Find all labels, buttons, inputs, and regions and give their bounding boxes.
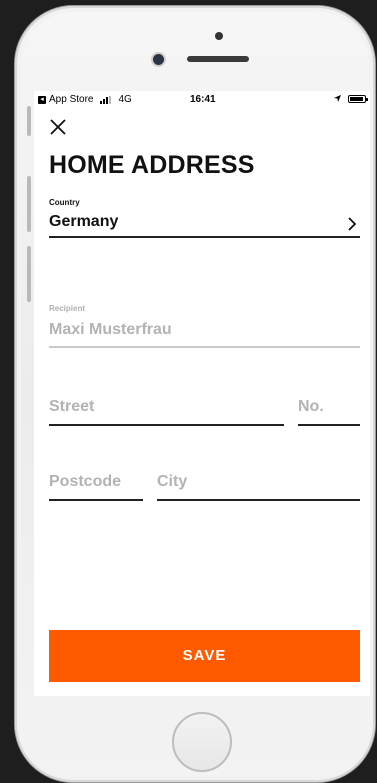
house-number-field[interactable]: No. xyxy=(298,398,360,426)
home-button[interactable] xyxy=(172,712,232,772)
postcode-underline xyxy=(49,499,143,501)
silent-switch xyxy=(27,106,31,136)
battery-icon xyxy=(348,94,368,103)
carrier-label[interactable]: App Store xyxy=(49,94,93,105)
recipient-input[interactable]: Maxi Musterfrau xyxy=(49,321,360,339)
recipient-label: Recipient xyxy=(49,304,86,313)
location-arrow-icon xyxy=(333,94,342,103)
status-right xyxy=(333,94,368,103)
proximity-sensor xyxy=(215,32,223,40)
recipient-underline xyxy=(49,346,360,348)
country-field[interactable]: Country Germany xyxy=(49,198,360,238)
recipient-field[interactable]: Recipient Maxi Musterfrau xyxy=(49,304,360,348)
country-value[interactable]: Germany xyxy=(49,213,360,231)
street-input[interactable]: Street xyxy=(49,398,284,416)
page-title: HOME ADDRESS xyxy=(49,151,255,179)
status-time: 16:41 xyxy=(190,94,216,105)
save-button[interactable]: SAVE xyxy=(49,630,360,682)
front-camera xyxy=(153,54,164,65)
volume-up-button xyxy=(27,176,31,232)
city-input[interactable]: City xyxy=(157,473,360,491)
house-number-input[interactable]: No. xyxy=(298,398,360,416)
signal-icon xyxy=(100,95,112,104)
network-type: 4G xyxy=(118,94,132,105)
close-button[interactable] xyxy=(48,117,68,137)
status-bar: ◂ App Store 4G 16:41 xyxy=(34,91,370,109)
back-to-app-icon[interactable]: ◂ xyxy=(38,95,46,104)
chevron-right-icon[interactable] xyxy=(347,217,357,231)
close-icon xyxy=(50,119,66,135)
volume-down-button xyxy=(27,246,31,302)
postcode-field[interactable]: Postcode xyxy=(49,473,143,501)
city-underline xyxy=(157,499,360,501)
country-underline xyxy=(49,236,360,238)
status-left: ◂ App Store 4G xyxy=(38,94,132,105)
country-label: Country xyxy=(49,198,80,207)
earpiece-speaker xyxy=(187,56,249,62)
street-field[interactable]: Street xyxy=(49,398,284,426)
house-number-underline xyxy=(298,424,360,426)
city-field[interactable]: City xyxy=(157,473,360,501)
app-screen: ◂ App Store 4G 16:41 HOME ADDRESS Countr… xyxy=(34,91,370,696)
street-underline xyxy=(49,424,284,426)
postcode-input[interactable]: Postcode xyxy=(49,473,143,491)
